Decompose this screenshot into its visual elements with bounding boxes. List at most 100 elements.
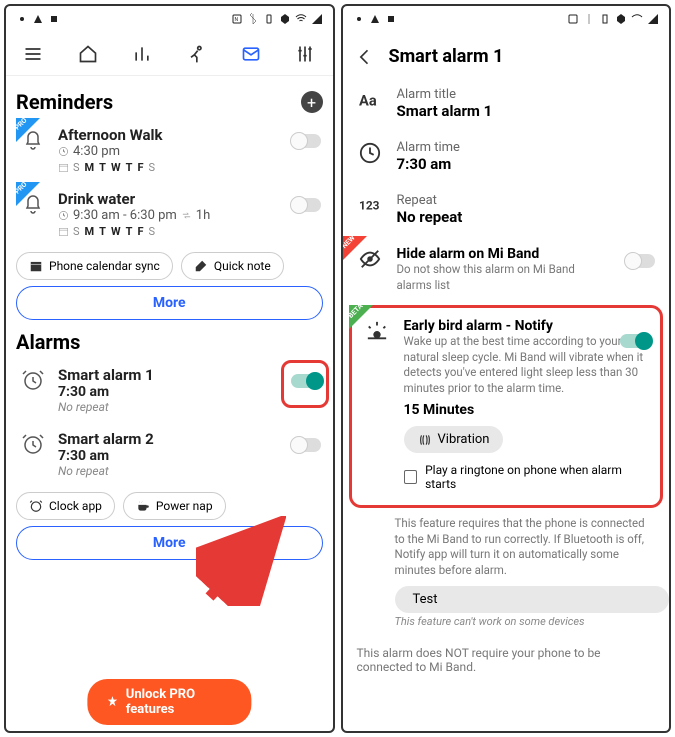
home-tab[interactable]: [60, 44, 114, 64]
star-icon: [106, 694, 120, 710]
settings-tab[interactable]: [278, 44, 332, 64]
vibrate-icon: [599, 13, 611, 25]
reminder-time: 4:30 pm: [58, 144, 281, 159]
bluetooth-icon: [583, 13, 595, 25]
status-bar: [343, 6, 670, 32]
annotation-arrow: [196, 516, 286, 606]
hide-alarm-row[interactable]: NEW Hide alarm on Mi Band Do not show th…: [343, 236, 670, 303]
vibrate-icon: [263, 13, 275, 25]
status-icon: [385, 13, 397, 25]
alarm-item[interactable]: Smart alarm 1 7:30 am No repeat: [16, 358, 323, 422]
phone-left: N Reminders + PRO Afternoon Walk: [4, 4, 335, 733]
status-icon: [32, 13, 44, 25]
highlight-box: [281, 360, 329, 408]
beta-ribbon: BETA: [349, 305, 373, 329]
reminder-time: 9:30 am - 6:30 pm 1h: [58, 208, 281, 223]
wifi-icon: [295, 13, 307, 25]
reminder-title: Drink water: [58, 190, 281, 208]
calendar-sync-button[interactable]: Phone calendar sync: [16, 252, 173, 280]
alarm-time: 7:30 am: [58, 384, 281, 400]
nfc-icon: N: [231, 13, 243, 25]
calendar-icon: [29, 259, 43, 273]
alarm-title: Smart alarm 2: [58, 430, 281, 448]
hide-alarm-toggle[interactable]: [625, 254, 655, 268]
early-bird-toggle[interactable]: [620, 334, 650, 348]
alarm-item[interactable]: Smart alarm 2 7:30 am No repeat: [16, 422, 323, 486]
menu-button[interactable]: [6, 44, 60, 64]
pro-ribbon: PRO: [16, 182, 40, 206]
alarms-header: Alarms: [16, 330, 80, 354]
early-bird-desc: Wake up at the best time according to yo…: [404, 334, 649, 396]
alarm-toggle[interactable]: [291, 438, 321, 452]
status-bar: N: [6, 6, 333, 32]
text-icon: Aa: [359, 89, 381, 111]
alarm-icon: [21, 368, 45, 392]
early-bird-minutes[interactable]: 15 Minutes: [404, 402, 649, 418]
numbers-icon: 123: [359, 195, 381, 217]
page-title: Smart alarm 1: [389, 46, 504, 67]
reminder-title: Afternoon Walk: [58, 126, 281, 144]
alarm-title: Smart alarm 1: [58, 366, 281, 384]
reminder-item[interactable]: PRO Drink water 9:30 am - 6:30 pm 1h SMT…: [16, 182, 323, 246]
reminder-days: SMTWTFS: [58, 161, 281, 174]
status-icon: [48, 13, 60, 25]
early-bird-section: BETA Early bird alarm - Notify Wake up a…: [349, 305, 664, 508]
clock-icon: [58, 210, 69, 221]
calendar-icon: [58, 226, 69, 237]
clock-icon: [58, 146, 69, 157]
main-content: Reminders + PRO Afternoon Walk 4:30 pm S…: [6, 76, 333, 731]
wifi-icon: [631, 13, 643, 25]
stats-tab[interactable]: [115, 44, 169, 64]
connection-note: This alarm does NOT require your phone t…: [343, 636, 670, 684]
note-icon: [194, 259, 208, 273]
bluetooth-icon: [247, 13, 259, 25]
pro-ribbon: PRO: [16, 118, 40, 142]
alarm-repeat: No repeat: [58, 464, 281, 478]
messages-tab[interactable]: [224, 44, 278, 64]
reminder-toggle[interactable]: [291, 134, 321, 148]
vibration-icon: [418, 433, 432, 447]
ringtone-checkbox-row[interactable]: Play a ringtone on phone when alarm star…: [404, 463, 649, 491]
repeat-icon: [181, 210, 192, 221]
quick-note-button[interactable]: Quick note: [181, 252, 284, 280]
svg-text:N: N: [234, 17, 238, 23]
signal-icon: [647, 13, 659, 25]
alarm-icon: [21, 432, 45, 456]
new-ribbon: NEW: [343, 236, 367, 260]
detail-header: Smart alarm 1: [343, 32, 670, 77]
checkbox-icon[interactable]: [404, 470, 418, 484]
svg-text:Aa: Aa: [359, 92, 377, 110]
svg-text:123: 123: [359, 199, 380, 213]
signal-icon: [311, 13, 323, 25]
vibration-button[interactable]: Vibration: [404, 426, 504, 453]
back-icon[interactable]: [355, 47, 375, 67]
more-reminders-button[interactable]: More: [16, 286, 323, 320]
alarm-title-row[interactable]: Aa Alarm title Smart alarm 1: [343, 77, 670, 130]
tab-bar: [6, 32, 333, 76]
early-bird-title: Early bird alarm - Notify: [404, 318, 649, 334]
alarm-time-row[interactable]: Alarm time 7:30 am: [343, 130, 670, 183]
status-icon: [353, 13, 365, 25]
reminder-days: SMTWTFS: [58, 225, 281, 238]
reminder-item[interactable]: PRO Afternoon Walk 4:30 pm SMTWTFS: [16, 118, 323, 182]
reminder-toggle[interactable]: [291, 198, 321, 212]
clock-app-button[interactable]: Clock app: [16, 492, 115, 520]
status-icon: [369, 13, 381, 25]
activity-tab[interactable]: [169, 44, 223, 64]
repeat-row[interactable]: 123 Repeat No repeat: [343, 183, 670, 236]
nfc-icon: [567, 13, 579, 25]
calendar-icon: [58, 162, 69, 173]
phone-right: Smart alarm 1 Aa Alarm title Smart alarm…: [341, 4, 672, 733]
reminders-header: Reminders: [16, 90, 113, 114]
dnd-icon: [279, 13, 291, 25]
alarm-icon: [29, 499, 43, 513]
coffee-icon: [136, 499, 150, 513]
add-reminder-button[interactable]: +: [301, 91, 323, 113]
test-button[interactable]: Test: [395, 586, 670, 613]
unlock-pro-button[interactable]: Unlock PRO features: [88, 679, 251, 725]
feature-note: This feature requires that the phone is …: [343, 510, 670, 580]
device-note: This feature can't work on some devices: [343, 615, 670, 636]
clock-icon: [359, 142, 381, 164]
dnd-icon: [615, 13, 627, 25]
alarm-time: 7:30 am: [58, 448, 281, 464]
